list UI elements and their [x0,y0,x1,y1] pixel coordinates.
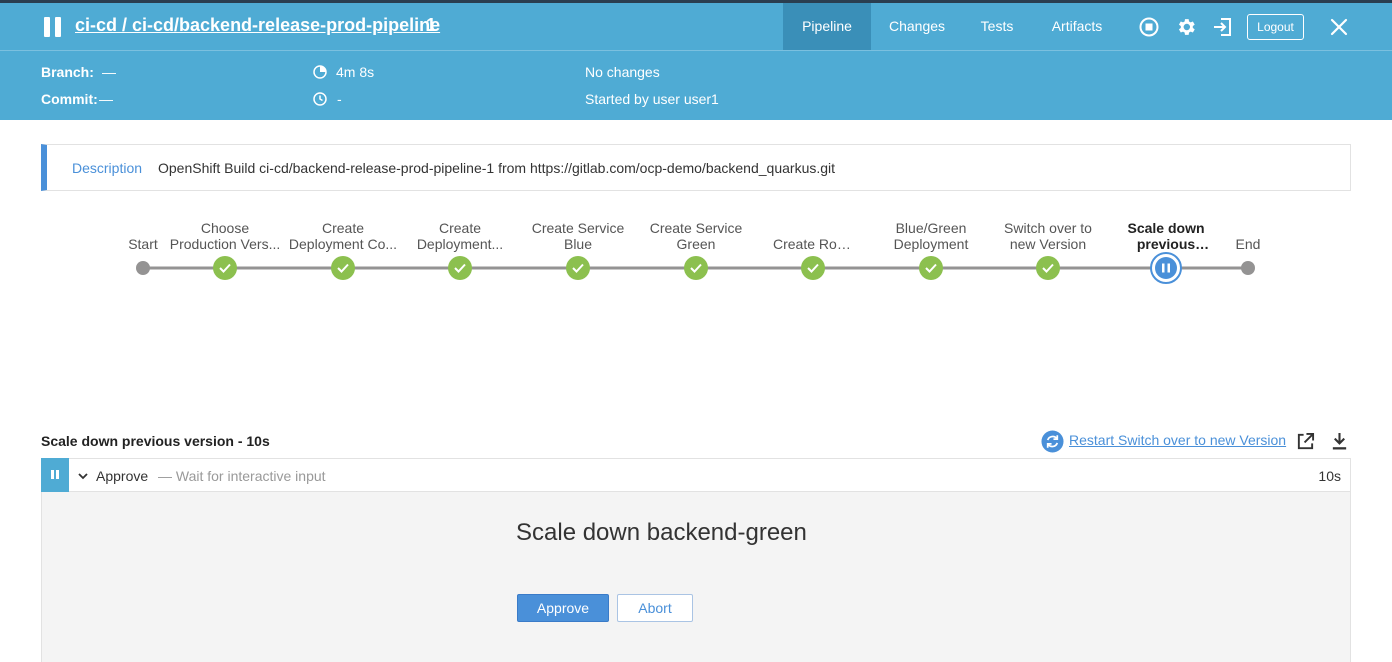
stage-node-7[interactable] [919,256,943,280]
header-divider [0,50,1392,51]
stage-label-10: End [1235,236,1261,252]
stage-label-3: Create Deployment... [416,220,504,252]
pipeline-breadcrumb[interactable]: ci-cd / ci-cd/backend-release-prod-pipel… [75,15,440,36]
close-icon[interactable] [1328,16,1350,38]
stage-label-7: Blue/Green Deployment [893,220,969,252]
pause-icon [1167,263,1170,273]
description-label: Description [72,160,143,176]
step-description: — Wait for interactive input [158,468,326,484]
stage-node-5[interactable] [684,256,708,280]
abort-button[interactable]: Abort [617,594,693,622]
stage-node-2[interactable] [331,256,355,280]
step-name: Approve [96,468,149,484]
stage-node-6[interactable] [801,256,825,280]
approve-button[interactable]: Approve [517,594,609,622]
description-box: Description OpenShift Build ci-cd/backen… [41,144,1351,191]
stage-node-3[interactable] [448,256,472,280]
duration-icon [313,65,327,79]
input-panel: Scale down backend-green Approve Abort [41,492,1351,662]
end-node [1241,261,1255,275]
step-paused-icon [41,458,69,492]
stage-label-4: Create Service Blue [531,220,625,252]
restart-icon[interactable] [1041,430,1064,453]
tab-changes[interactable]: Changes [871,3,963,50]
stage-node-8[interactable] [1036,256,1060,280]
pause-icon [1162,263,1165,273]
tab-pipeline[interactable]: Pipeline [783,3,871,50]
open-external-icon[interactable] [1296,432,1315,451]
commit-value: — [99,91,113,107]
header-top-bar: ci-cd / ci-cd/backend-release-prod-pipel… [0,3,1392,50]
step-duration: 10s [1318,468,1341,484]
download-icon[interactable] [1330,432,1349,451]
restart-stage-link[interactable]: Restart Switch over to new Version [1069,432,1286,448]
chevron-down-icon[interactable] [78,471,88,481]
stage-label-5: Create Service Green [649,220,743,252]
stage-label-2: Create Deployment Co... [288,220,398,252]
branch-value: — [102,64,116,80]
run-time-ago: - [337,91,342,107]
commit-label: Commit: [41,91,98,107]
stage-label-9: Scale down previous version [1127,220,1205,254]
description-text: OpenShift Build ci-cd/backend-release-pr… [158,160,836,176]
stage-label-8: Switch over to new Version [1004,220,1092,252]
step-row[interactable]: Approve — Wait for interactive input 10s [41,458,1351,492]
run-header: ci-cd / ci-cd/backend-release-prod-pipel… [0,3,1392,120]
tab-tests[interactable]: Tests [963,3,1031,50]
tab-artifacts[interactable]: Artifacts [1031,3,1123,50]
paused-status-icon [44,17,62,37]
run-duration: 4m 8s [336,64,375,80]
step-panel-title: Scale down previous version - 10s [41,433,270,449]
stage-node-1[interactable] [213,256,237,280]
stage-label-6: Create Route [773,236,853,252]
stage-node-4[interactable] [566,256,590,280]
start-node [136,261,150,275]
stage-label-1: Choose Production Vers... [169,220,281,252]
stop-icon[interactable] [1138,16,1160,38]
clock-icon [313,92,327,106]
logout-button[interactable]: Logout [1247,14,1304,40]
run-number: 1 [426,15,437,35]
pipeline-graph: Start Choose Production Vers... Create Dep… [0,215,1392,295]
branch-label: Branch: [41,64,94,80]
gear-icon[interactable] [1175,16,1197,38]
input-message: Scale down backend-green [516,519,807,546]
exit-to-classic-icon[interactable] [1212,16,1234,38]
stage-node-9[interactable] [1150,252,1182,284]
started-by: Started by user user1 [585,91,719,107]
changes-summary: No changes [585,64,660,80]
